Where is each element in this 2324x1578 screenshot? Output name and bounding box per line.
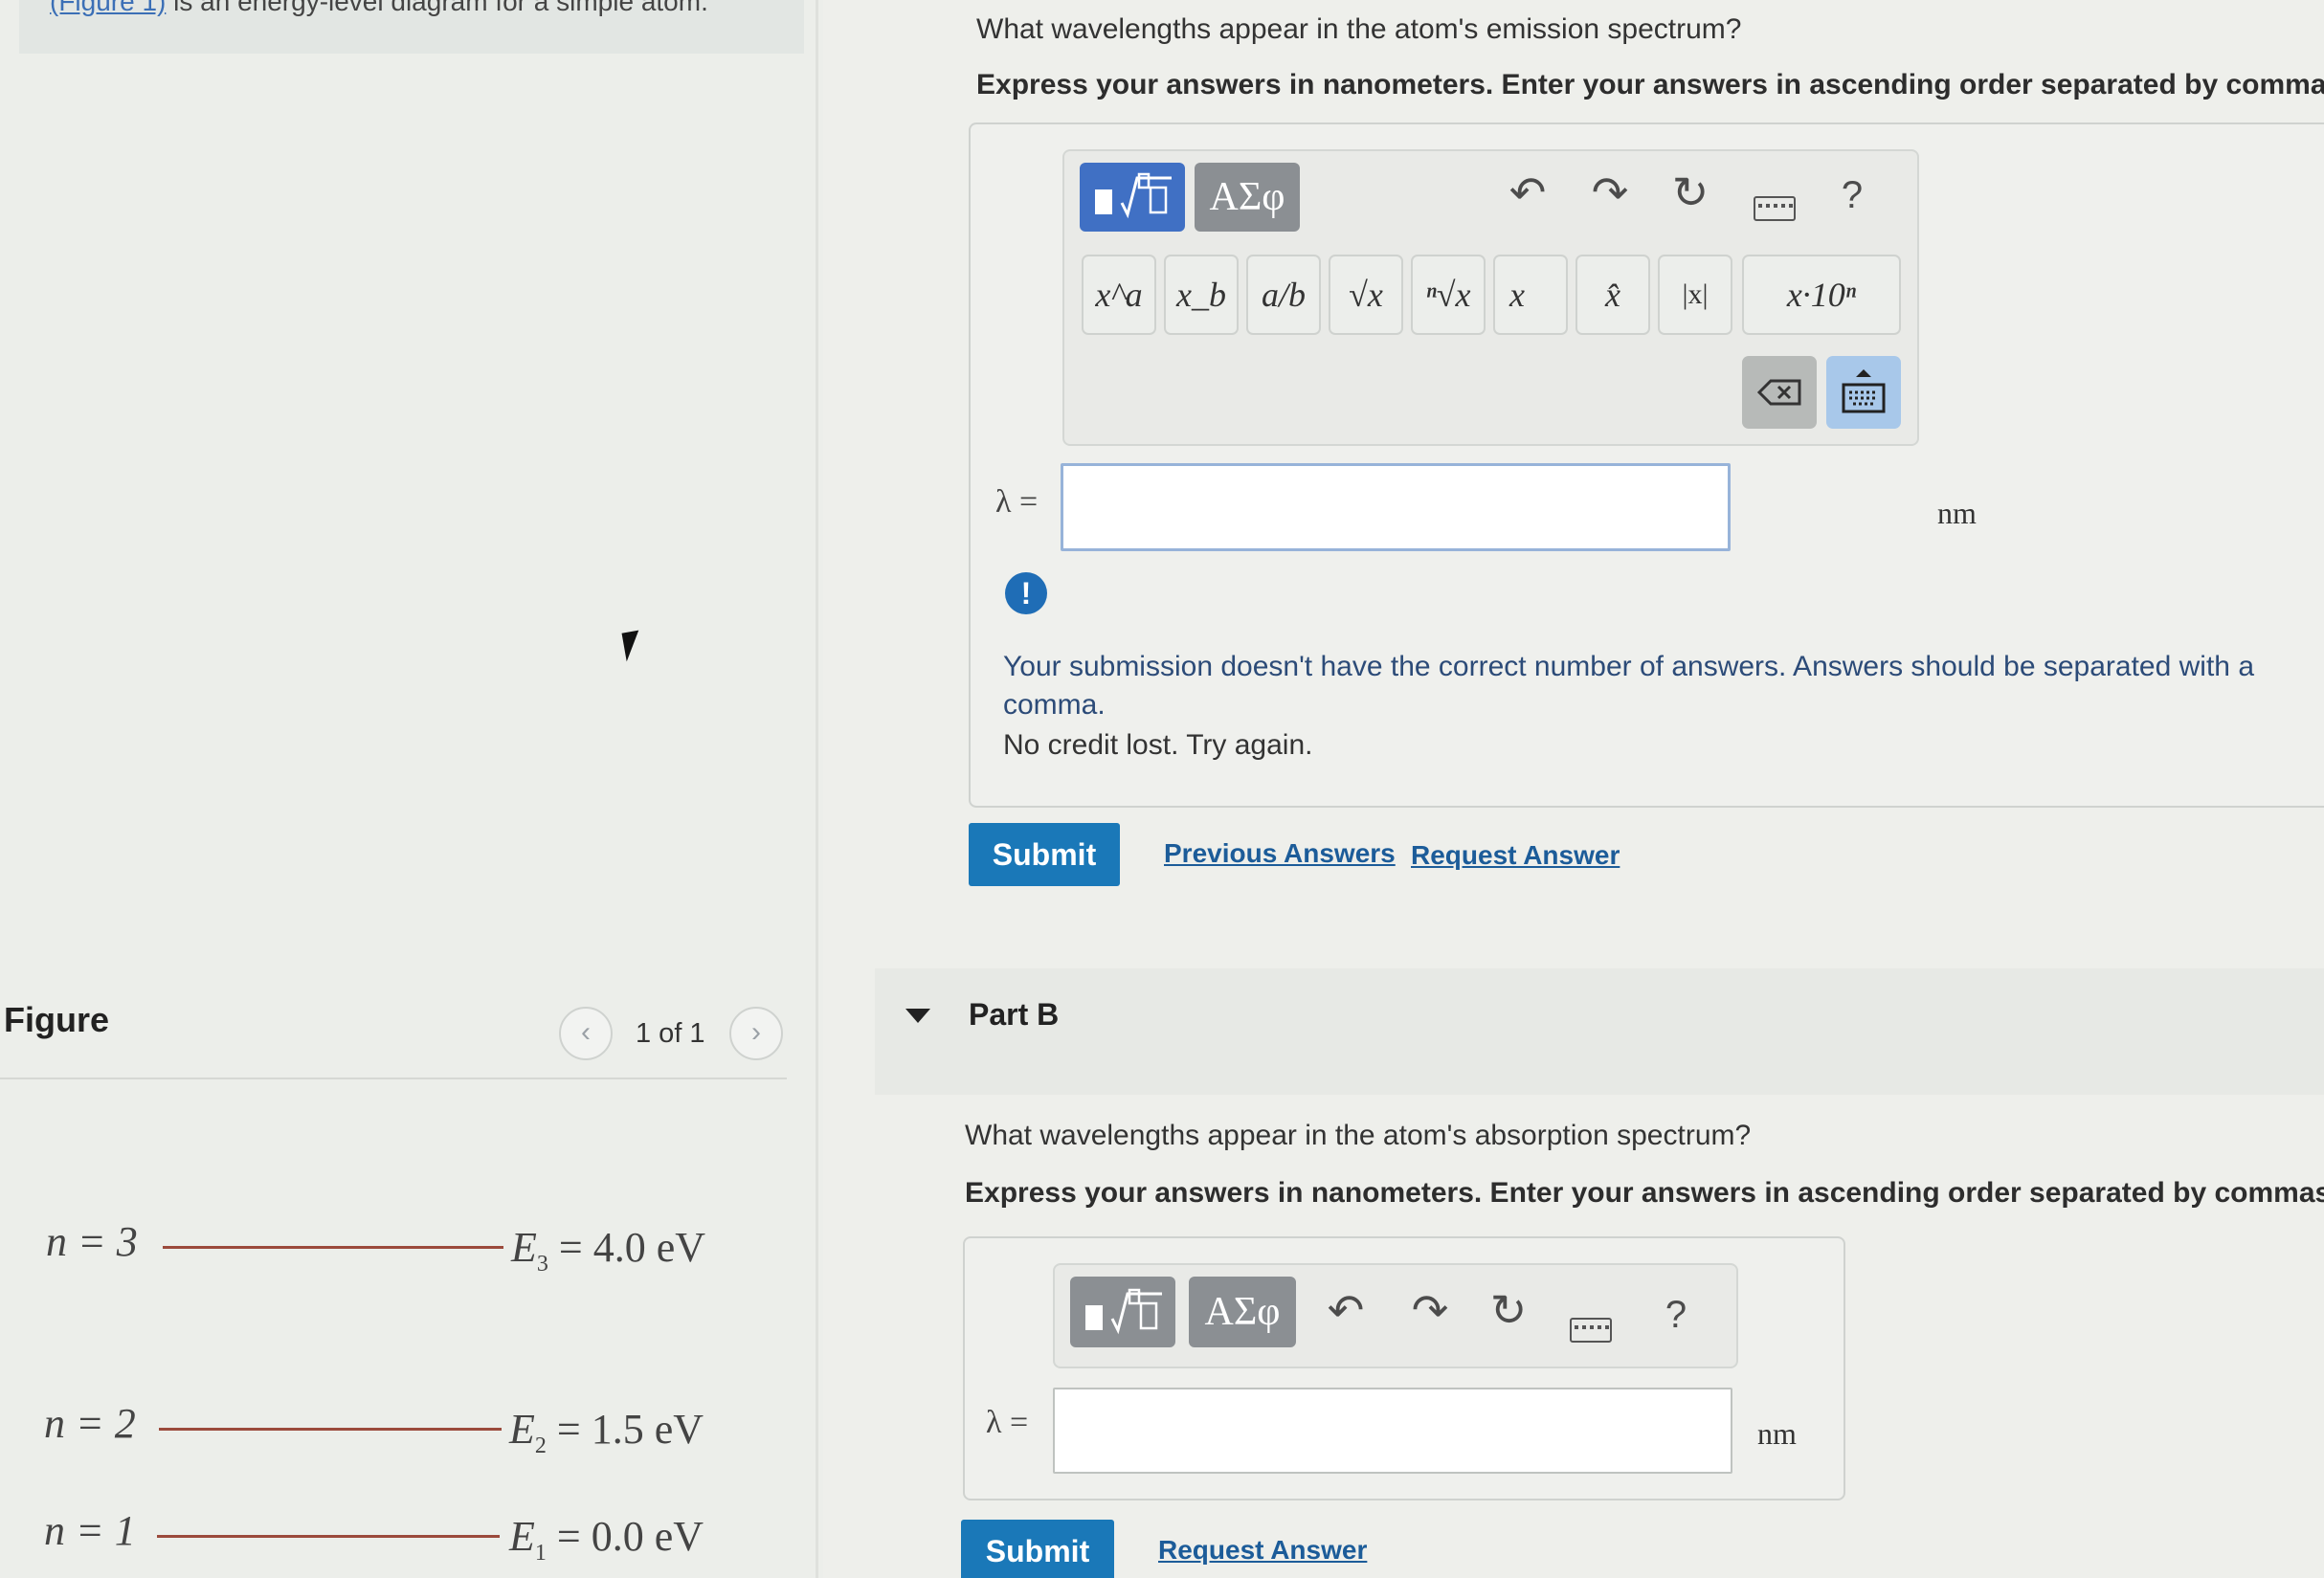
energy-level-line [159, 1428, 502, 1431]
undo-icon: ↶ [1327, 1285, 1365, 1335]
figure-pager: 1 of 1 [636, 1018, 705, 1049]
energy-level-line [163, 1246, 503, 1249]
help-button[interactable]: ? [1828, 176, 1876, 214]
help-button[interactable]: ? [1652, 1296, 1700, 1334]
feedback-message-continued: comma. [1003, 689, 1106, 721]
fraction-key[interactable]: a/b [1246, 255, 1321, 335]
redo-icon: ↷ [1411, 1285, 1449, 1335]
absolute-value-key[interactable]: |x| [1658, 255, 1732, 335]
redo-button[interactable]: ↷ [1403, 1288, 1457, 1332]
lambda-label: λ = [986, 1405, 1029, 1440]
undo-icon: ↶ [1508, 167, 1547, 217]
level-n-label: n = 3 [46, 1218, 138, 1265]
backspace-button[interactable] [1742, 356, 1817, 429]
level-energy-label: E1 = 0.0 eV [509, 1513, 704, 1566]
undo-button[interactable]: ↶ [1501, 170, 1554, 214]
superscript-key[interactable]: x^a [1082, 255, 1156, 335]
backspace-icon [1756, 379, 1801, 406]
pane-divider [816, 0, 818, 1578]
level-energy-label: E2 = 1.5 eV [509, 1406, 704, 1458]
templates-button[interactable] [1070, 1277, 1175, 1347]
reset-icon: ↻ [1489, 1285, 1528, 1335]
alert-icon: ! [1005, 572, 1047, 614]
keyboard-toggle-button[interactable] [1826, 356, 1901, 429]
symbols-button[interactable]: ΑΣφ [1189, 1277, 1296, 1347]
feedback-no-credit-lost: No credit lost. Try again. [1003, 729, 1313, 761]
level-energy-label: E3 = 4.0 eV [511, 1224, 706, 1277]
templates-icon [1085, 1288, 1162, 1335]
caret-down-icon[interactable] [905, 1009, 930, 1023]
part-b-title[interactable]: Part B [969, 997, 1059, 1033]
figure-divider [0, 1078, 787, 1079]
chevron-right-icon: › [751, 1016, 761, 1048]
sqrt-key[interactable]: √x [1329, 255, 1403, 335]
part-b-question: What wavelengths appear in the atom's ab… [965, 1120, 1752, 1151]
unit-label: nm [1757, 1416, 1797, 1451]
keyboard-toggle-icon [1842, 369, 1886, 413]
nth-root-key[interactable]: ⁿ√x [1411, 255, 1486, 335]
figure-title: Figure [4, 1000, 110, 1039]
request-answer-link[interactable]: Request Answer [1158, 1535, 1367, 1566]
figure-next-button[interactable]: › [729, 1007, 783, 1060]
redo-icon: ↷ [1591, 167, 1629, 217]
reset-icon: ↻ [1671, 167, 1709, 217]
part-b-submit-button[interactable]: Submit [961, 1520, 1114, 1578]
vector-key[interactable]: x⃗ [1493, 255, 1568, 335]
unit-vector-key[interactable]: x̂ [1575, 255, 1650, 335]
scientific-notation-key[interactable]: x·10ⁿ [1742, 255, 1901, 335]
part-a-submit-button[interactable]: Submit [969, 823, 1120, 886]
reset-button[interactable]: ↻ [1482, 1288, 1535, 1332]
symbols-button[interactable]: ΑΣφ [1195, 163, 1300, 232]
intro-sentence: is an energy-level diagram for a simple … [166, 0, 708, 16]
subscript-key[interactable]: x_b [1164, 255, 1239, 335]
part-b-answer-input[interactable] [1053, 1388, 1732, 1474]
lambda-label: λ = [995, 484, 1039, 520]
keyboard-icon [1754, 196, 1796, 221]
templates-button[interactable] [1080, 163, 1185, 232]
undo-button[interactable]: ↶ [1319, 1288, 1373, 1332]
chevron-left-icon: ‹ [581, 1016, 591, 1048]
part-a-answer-input[interactable] [1061, 463, 1731, 551]
part-b-header[interactable] [875, 968, 2324, 1095]
intro-text: (Figure 1) is an energy-level diagram fo… [50, 0, 708, 17]
level-n-label: n = 2 [44, 1400, 136, 1447]
keyboard-icon [1570, 1318, 1612, 1343]
part-b-instruction: Express your answers in nanometers. Ente… [965, 1177, 2324, 1209]
keyboard-button[interactable] [1746, 184, 1803, 228]
part-a-question: What wavelengths appear in the atom's em… [976, 13, 1742, 45]
feedback-message: Your submission doesn't have the correct… [1003, 651, 2255, 682]
previous-answers-link[interactable]: Previous Answers [1164, 838, 1396, 869]
redo-button[interactable]: ↷ [1583, 170, 1637, 214]
level-n-label: n = 1 [44, 1507, 136, 1554]
reset-button[interactable]: ↻ [1664, 170, 1717, 214]
figure-prev-button[interactable]: ‹ [559, 1007, 613, 1060]
energy-level-line [157, 1535, 500, 1538]
request-answer-link[interactable]: Request Answer [1411, 840, 1620, 871]
keyboard-button[interactable] [1562, 1305, 1620, 1349]
left-pane [0, 0, 823, 1578]
templates-icon [1095, 172, 1172, 219]
figure-link[interactable]: (Figure 1) [50, 0, 166, 16]
unit-label: nm [1937, 496, 1977, 530]
part-a-instruction: Express your answers in nanometers. Ente… [976, 69, 2324, 100]
